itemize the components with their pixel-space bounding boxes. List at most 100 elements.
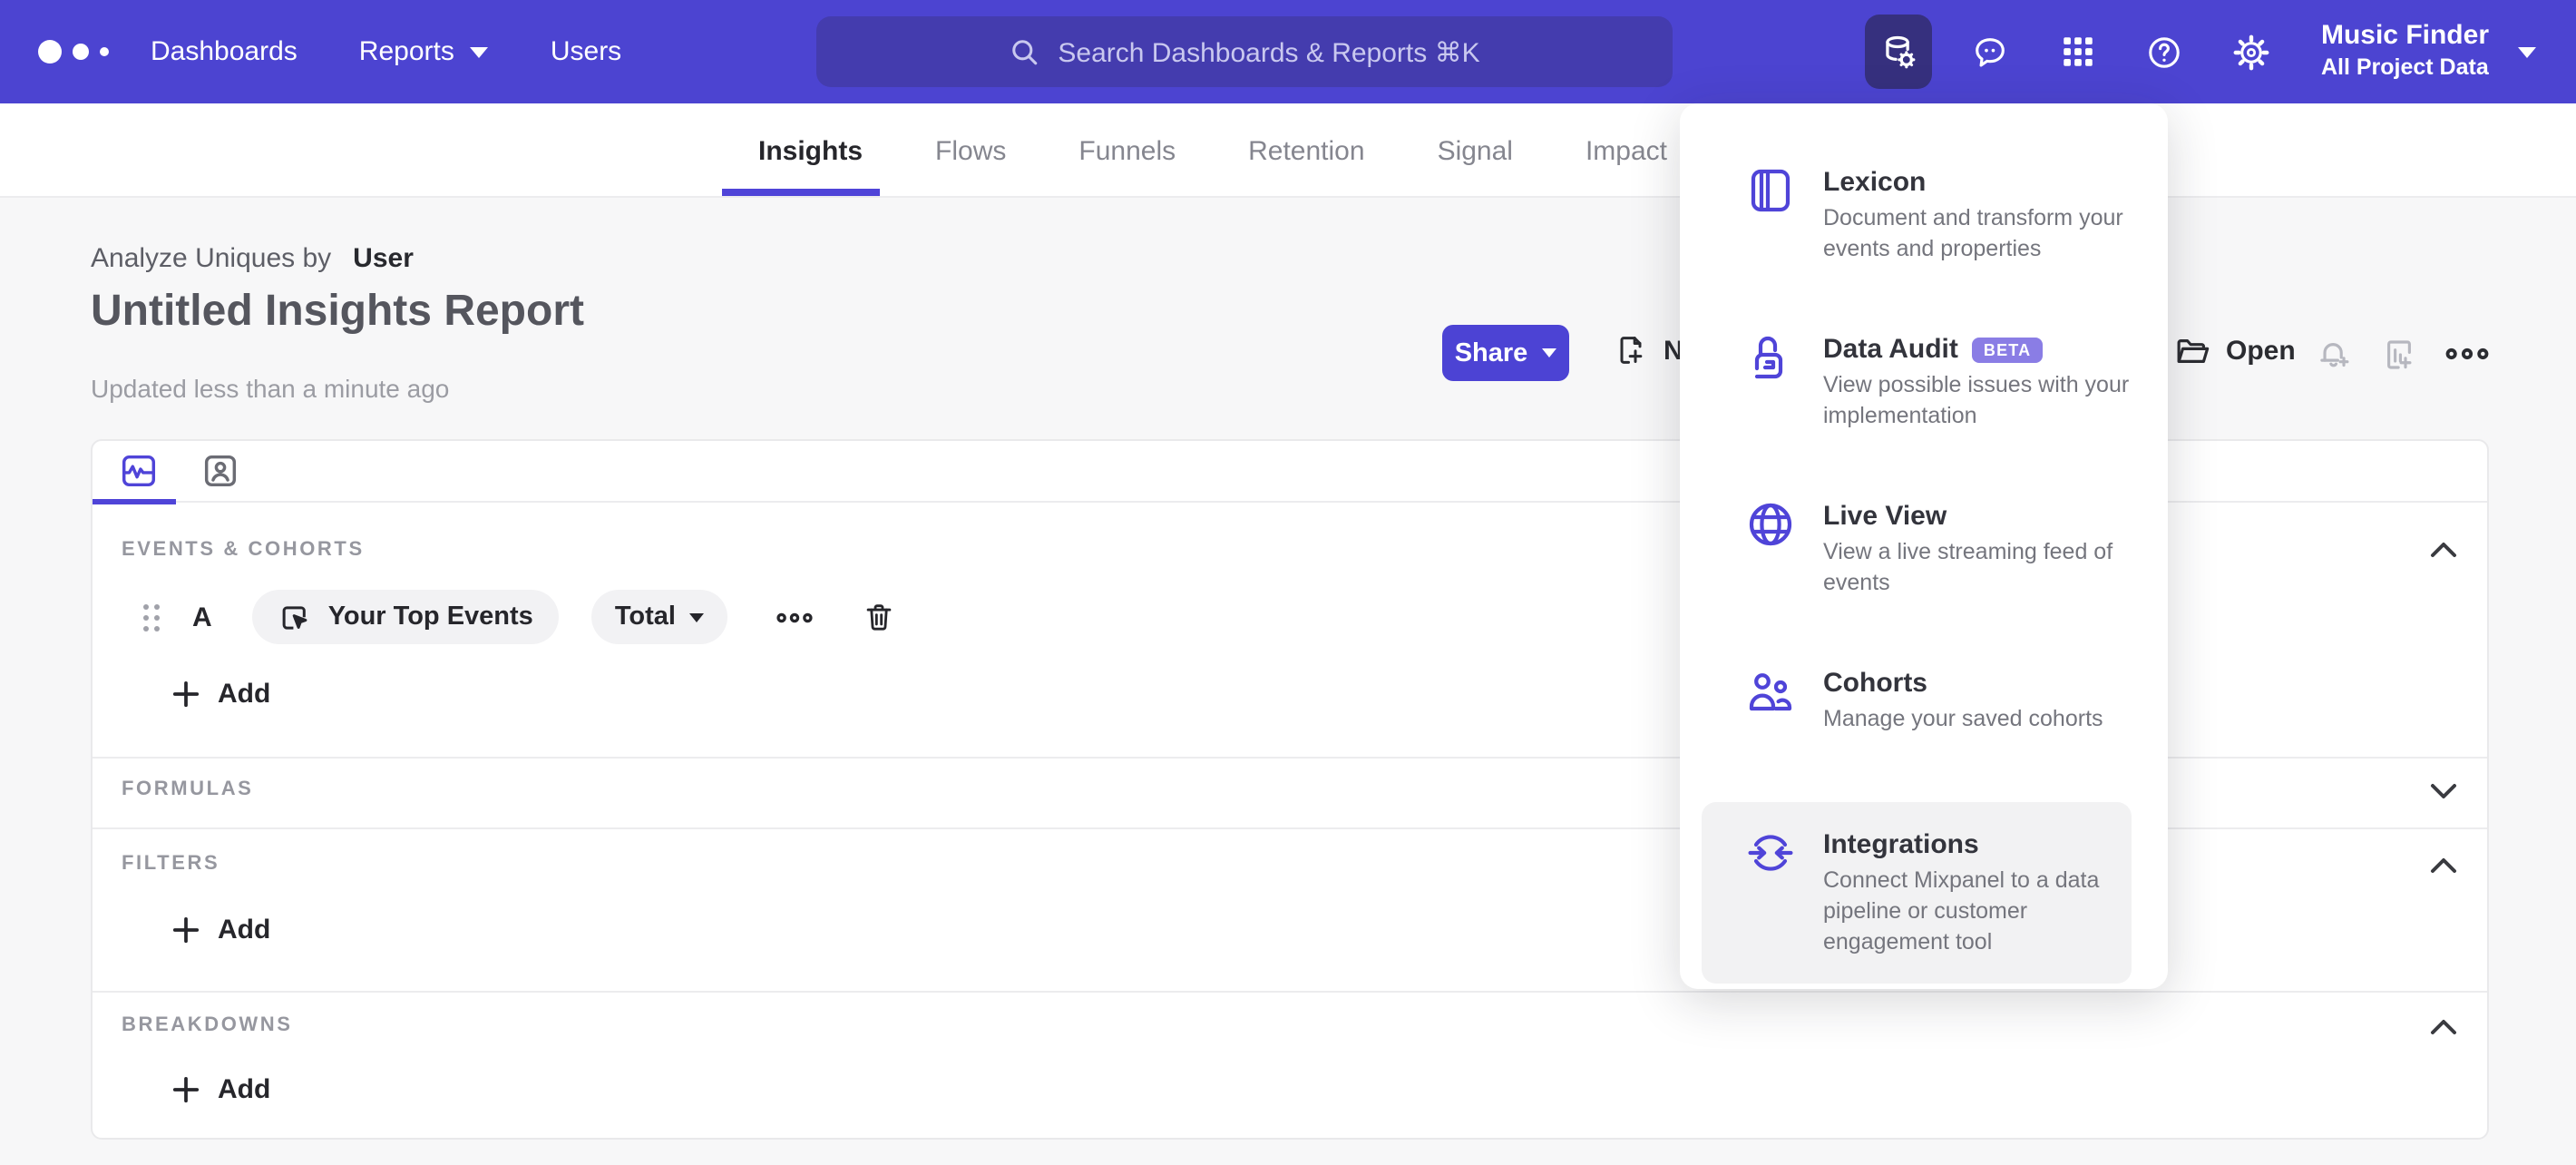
menu-item-lexicon[interactable]: Lexicon Document and transform your even… bbox=[1680, 165, 2153, 265]
report-tabbar: Insights Flows Funnels Retention Signal … bbox=[0, 103, 2576, 198]
data-management-menu: Lexicon Document and transform your even… bbox=[1680, 103, 2168, 989]
help-button[interactable] bbox=[2132, 32, 2198, 72]
aggregation-value: Total bbox=[614, 602, 676, 631]
collapse-events-button[interactable] bbox=[2429, 535, 2458, 568]
menu-item-title: Cohorts bbox=[1823, 668, 1927, 699]
nav-reports[interactable]: Reports bbox=[359, 36, 489, 67]
tab-insights[interactable]: Insights bbox=[758, 135, 863, 166]
plus-icon bbox=[172, 680, 200, 708]
tab-retention[interactable]: Retention bbox=[1248, 135, 1364, 166]
alert-add-button[interactable] bbox=[2315, 336, 2353, 374]
updated-timestamp: Updated less than a minute ago bbox=[91, 374, 450, 403]
menu-item-title: Data Audit bbox=[1823, 334, 1958, 365]
nav-dashboards[interactable]: Dashboards bbox=[151, 36, 298, 67]
drag-handle-icon[interactable] bbox=[143, 603, 160, 631]
menu-item-title: Live View bbox=[1823, 501, 1947, 532]
tab-funnels[interactable]: Funnels bbox=[1078, 135, 1176, 166]
analyze-entity-selector[interactable]: User bbox=[353, 243, 414, 274]
active-tab-underline bbox=[722, 189, 880, 196]
feedback-bubble-icon bbox=[1976, 37, 2005, 66]
expand-formulas-button[interactable] bbox=[2429, 777, 2458, 809]
chevron-up-icon bbox=[2431, 858, 2456, 873]
share-button[interactable]: Share bbox=[1442, 325, 1569, 381]
menu-item-description: View possible issues with your implement… bbox=[1823, 372, 2130, 428]
profiles-view-tab[interactable] bbox=[200, 450, 241, 492]
chevron-down-icon[interactable] bbox=[2518, 46, 2536, 57]
database-gear-icon bbox=[1887, 35, 1917, 69]
nav-users[interactable]: Users bbox=[551, 36, 621, 67]
menu-item-description: Manage your saved cohorts bbox=[1823, 706, 2103, 731]
profile-icon bbox=[204, 455, 237, 487]
event-row-more-button[interactable] bbox=[776, 609, 815, 625]
integrations-sync-icon bbox=[1748, 835, 1793, 871]
main-content: Analyze Uniques by User Untitled Insights… bbox=[0, 198, 2576, 1165]
search-icon bbox=[1012, 40, 1038, 65]
section-label-formulas: FORMULAS bbox=[122, 778, 254, 800]
event-row-delete-button[interactable] bbox=[863, 599, 897, 635]
app-window: Dashboards Reports Users Search Dashboar… bbox=[0, 0, 2576, 1165]
more-actions-button[interactable] bbox=[2444, 345, 2491, 363]
tab-flows[interactable]: Flows bbox=[935, 135, 1006, 166]
global-search-input[interactable]: Search Dashboards & Reports ⌘K bbox=[816, 16, 1673, 87]
collapse-filters-button[interactable] bbox=[2429, 851, 2458, 884]
collapse-breakdowns-button[interactable] bbox=[2429, 1013, 2458, 1045]
chevron-up-icon bbox=[2431, 1020, 2456, 1034]
pulse-chart-icon bbox=[122, 455, 156, 487]
bell-plus-icon bbox=[2320, 343, 2349, 367]
project-selector[interactable]: Music Finder All Project Data bbox=[2321, 21, 2489, 83]
chevron-down-icon bbox=[689, 612, 705, 622]
event-name: Your Top Events bbox=[327, 602, 533, 631]
menu-item-integrations[interactable]: Integrations Connect Mixpanel to a data … bbox=[1702, 802, 2132, 984]
builder-active-tab-underline bbox=[93, 499, 176, 504]
nav-right-cluster: Music Finder All Project Data bbox=[1865, 0, 2576, 103]
page-title: Untitled Insights Report bbox=[91, 287, 584, 336]
project-scope: All Project Data bbox=[2320, 54, 2489, 81]
plus-icon bbox=[172, 916, 200, 944]
menu-item-data-audit[interactable]: Data Audit BETA View possible issues wit… bbox=[1680, 332, 2153, 432]
folder-icon bbox=[2177, 339, 2210, 363]
lexicon-book-icon bbox=[1751, 169, 1791, 212]
aggregation-selector[interactable]: Total bbox=[590, 590, 728, 644]
apps-grid-button[interactable] bbox=[2045, 33, 2111, 71]
chevron-up-icon bbox=[2431, 543, 2456, 557]
section-label-breakdowns: BREAKDOWNS bbox=[122, 1014, 293, 1036]
menu-item-cohorts[interactable]: Cohorts Manage your saved cohorts bbox=[1680, 666, 2153, 735]
tab-signal[interactable]: Signal bbox=[1438, 135, 1513, 166]
feedback-button[interactable] bbox=[1958, 32, 2024, 72]
file-plus-icon bbox=[1620, 337, 1643, 364]
apps-grid-icon bbox=[2064, 37, 2093, 66]
plus-icon bbox=[172, 1076, 200, 1103]
events-view-tab[interactable] bbox=[118, 450, 160, 492]
add-filter-button[interactable]: Add bbox=[172, 915, 270, 945]
add-breakdown-button[interactable]: Add bbox=[172, 1074, 270, 1105]
menu-item-description: Document and transform your events and p… bbox=[1823, 205, 2123, 261]
add-event-button[interactable]: Add bbox=[172, 679, 270, 710]
settings-button[interactable] bbox=[2220, 32, 2285, 72]
live-view-globe-icon bbox=[1749, 503, 1792, 546]
ellipsis-icon bbox=[777, 612, 814, 622]
add-to-board-button[interactable] bbox=[2380, 336, 2418, 374]
data-management-button[interactable] bbox=[1865, 15, 1933, 89]
section-divider bbox=[93, 991, 2487, 993]
event-row-letter: A bbox=[192, 602, 212, 632]
analyze-prefix: Analyze Uniques by bbox=[91, 243, 332, 274]
cohorts-people-icon bbox=[1749, 673, 1792, 711]
board-add-icon bbox=[2387, 340, 2412, 369]
help-icon bbox=[2150, 36, 2181, 67]
chevron-down-icon bbox=[470, 46, 489, 57]
main-nav: Dashboards Reports Users bbox=[151, 36, 621, 67]
event-row: A Your Top Events Total bbox=[143, 590, 897, 644]
search-placeholder: Search Dashboards & Reports ⌘K bbox=[1058, 37, 1480, 68]
section-label-filters: FILTERS bbox=[122, 853, 220, 875]
event-cursor-icon bbox=[282, 605, 307, 629]
data-audit-lock-icon bbox=[1754, 336, 1783, 379]
menu-item-live-view[interactable]: Live View View a live streaming feed of … bbox=[1680, 499, 2153, 599]
mixpanel-logo[interactable] bbox=[38, 40, 122, 64]
open-report-button[interactable]: Open bbox=[2173, 332, 2296, 370]
ellipsis-icon bbox=[2445, 348, 2489, 360]
gear-icon bbox=[2234, 34, 2270, 70]
tab-impact[interactable]: Impact bbox=[1586, 135, 1667, 166]
event-selector[interactable]: Your Top Events bbox=[251, 590, 559, 644]
menu-item-title: Lexicon bbox=[1823, 167, 1927, 198]
trash-icon bbox=[867, 604, 893, 631]
